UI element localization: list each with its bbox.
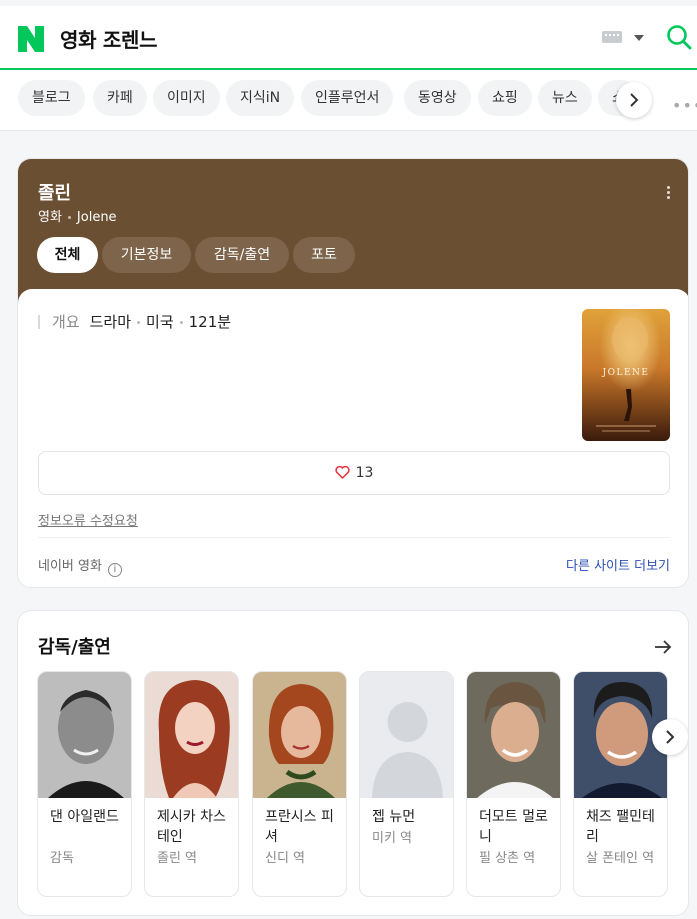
search-header: 영화 조렌느 블로그 카페 이미지 지식iN 인플루언서 동영상 쇼핑 뉴스 쇼… bbox=[0, 0, 697, 131]
separator-dot bbox=[179, 321, 183, 324]
tab-scroll-next-button[interactable] bbox=[616, 82, 652, 118]
movie-country[interactable]: 미국 bbox=[146, 313, 174, 331]
person-name: 더모트 멀로니 bbox=[479, 809, 548, 845]
tab-cafe[interactable]: 카페 bbox=[93, 80, 147, 116]
tab-blog[interactable]: 블로그 bbox=[18, 80, 85, 116]
movie-info-card: 졸린 영화 Jolene 전체 기본정보 감독/출연 포토 개요 드라마 미국 121분 bbox=[17, 158, 689, 588]
person-name: 채즈 팰민테리 bbox=[586, 809, 655, 845]
person-role: 필 상촌 역 bbox=[479, 851, 536, 866]
person-name: 제시카 차스테인 bbox=[157, 809, 226, 845]
cast-item[interactable]: 더모트 멀로니 필 상촌 역 bbox=[466, 671, 561, 897]
tab-image[interactable]: 이미지 bbox=[153, 80, 220, 116]
movie-header: 졸린 영화 Jolene 전체 기본정보 감독/출연 포토 bbox=[18, 159, 688, 309]
divider bbox=[38, 537, 670, 538]
movie-tab-cast[interactable]: 감독/출연 bbox=[195, 237, 289, 273]
movie-subtitle: 영화 Jolene bbox=[38, 206, 117, 225]
person-photo bbox=[38, 672, 131, 798]
movie-poster[interactable]: JOLENE bbox=[582, 309, 670, 441]
tab-shopping[interactable]: 쇼핑 bbox=[478, 80, 532, 116]
naver-logo-icon[interactable] bbox=[18, 26, 44, 52]
cast-section-title[interactable]: 감독/출연 bbox=[38, 633, 111, 659]
movie-genre[interactable]: 드라마 bbox=[90, 313, 131, 331]
movie-tab-all[interactable]: 전체 bbox=[37, 237, 98, 273]
kebab-menu-icon[interactable] bbox=[667, 186, 671, 202]
tab-kin[interactable]: 지식iN bbox=[226, 80, 295, 116]
movie-overview: 개요 드라마 미국 121분 bbox=[38, 311, 231, 332]
more-sites-link[interactable]: 다른 사이트 더보기 bbox=[566, 555, 670, 574]
arrow-right-icon[interactable] bbox=[654, 639, 672, 655]
cast-item[interactable]: 젭 뉴먼 미키 역 bbox=[359, 671, 454, 897]
more-dots-icon[interactable]: ••• bbox=[672, 96, 697, 115]
person-name: 댄 아일랜드 bbox=[50, 809, 119, 825]
person-role: 미키 역 bbox=[372, 831, 413, 846]
person-name: 젭 뉴먼 bbox=[372, 809, 416, 825]
heart-icon bbox=[334, 465, 350, 479]
cast-card: 감독/출연 댄 아일랜드 감독 제시카 차스테인 졸린 역 프란시스 피셔 신디… bbox=[17, 610, 689, 916]
person-role: 졸린 역 bbox=[157, 851, 198, 866]
cast-item[interactable]: 채즈 팰민테리 살 폰테인 역 bbox=[573, 671, 668, 897]
search-bar: 영화 조렌느 bbox=[0, 6, 697, 70]
chevron-down-icon[interactable] bbox=[634, 35, 644, 41]
person-placeholder-icon bbox=[360, 672, 453, 798]
person-role: 신디 역 bbox=[265, 851, 306, 866]
person-role: 살 폰테인 역 bbox=[586, 851, 655, 866]
cast-item[interactable]: 프란시스 피셔 신디 역 bbox=[252, 671, 347, 897]
person-photo bbox=[253, 672, 346, 798]
person-photo bbox=[467, 672, 560, 798]
person-photo bbox=[145, 672, 238, 798]
cast-item[interactable]: 댄 아일랜드 감독 bbox=[37, 671, 132, 897]
overview-label: 개요 bbox=[52, 313, 80, 331]
movie-tab-basic-info[interactable]: 기본정보 bbox=[102, 237, 191, 273]
poster-title: JOLENE bbox=[602, 368, 650, 378]
movie-body: 개요 드라마 미국 121분 JOLENE 13 정보오류 수정요청 네이버 영… bbox=[18, 289, 688, 587]
report-error-link[interactable]: 정보오류 수정요청 bbox=[38, 510, 138, 529]
movie-category: 영화 bbox=[38, 210, 62, 225]
movie-runtime: 121분 bbox=[188, 313, 232, 331]
source-name: 네이버 영화 bbox=[38, 559, 102, 574]
movie-original-title: Jolene bbox=[76, 210, 117, 225]
source-label: 네이버 영화 i bbox=[38, 555, 122, 577]
search-tab-row: 블로그 카페 이미지 지식iN 인플루언서 동영상 쇼핑 뉴스 쇼 ••• bbox=[0, 80, 697, 122]
cast-scroll-next-button[interactable] bbox=[652, 719, 688, 755]
tab-news[interactable]: 뉴스 bbox=[538, 80, 592, 116]
overview-bar bbox=[38, 315, 40, 329]
like-count: 13 bbox=[355, 465, 374, 481]
separator-dot bbox=[137, 321, 141, 324]
movie-tab-photo[interactable]: 포토 bbox=[293, 237, 355, 273]
cast-item[interactable]: 제시카 차스테인 졸린 역 bbox=[144, 671, 239, 897]
keyboard-icon[interactable] bbox=[602, 31, 622, 43]
tab-influencer[interactable]: 인플루언서 bbox=[301, 80, 394, 116]
chevron-right-icon bbox=[630, 93, 639, 107]
movie-title[interactable]: 졸린 bbox=[38, 179, 71, 205]
search-icon[interactable] bbox=[666, 24, 692, 50]
person-name: 프란시스 피셔 bbox=[265, 809, 334, 845]
person-role: 감독 bbox=[50, 851, 74, 866]
info-icon[interactable]: i bbox=[107, 563, 122, 577]
chevron-right-icon bbox=[666, 730, 675, 744]
separator-dot bbox=[67, 216, 71, 219]
tab-video[interactable]: 동영상 bbox=[404, 80, 471, 116]
search-input[interactable]: 영화 조렌느 bbox=[60, 24, 157, 53]
like-button[interactable]: 13 bbox=[38, 451, 670, 495]
